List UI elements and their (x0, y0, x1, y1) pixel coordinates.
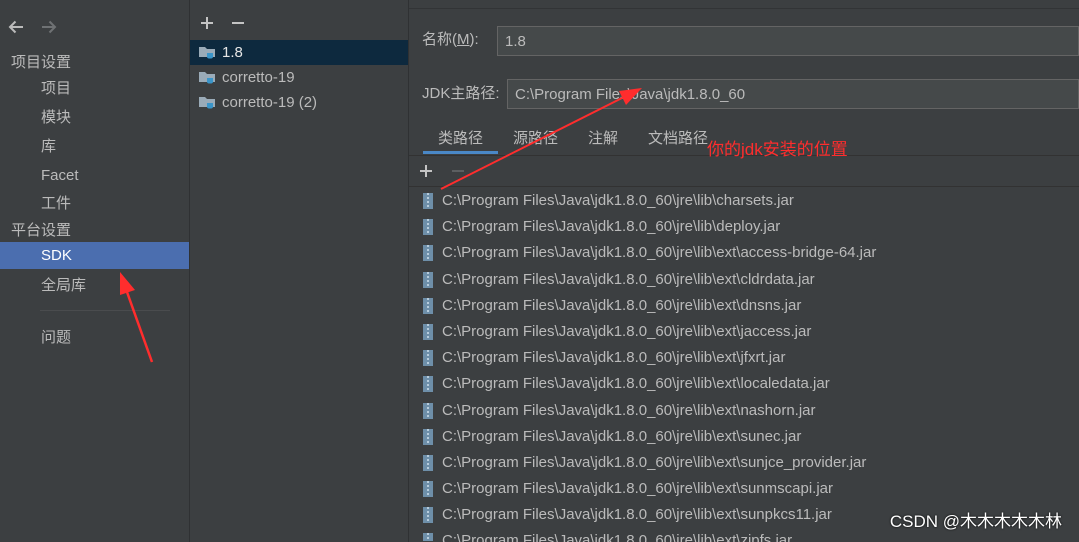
tab-classpath[interactable]: 类路径 (423, 124, 499, 154)
jar-archive-icon (423, 323, 433, 340)
arrow-right-icon[interactable] (40, 19, 58, 35)
tab-selected-indicator (423, 151, 499, 154)
sdk-name-label: 名称(M): (422, 26, 479, 54)
classpath-entry: C:\Program Files\Java\jdk1.8.0_60\jre\li… (442, 427, 802, 445)
classpath-entry: C:\Program Files\Java\jdk1.8.0_60\jre\li… (442, 218, 781, 236)
sidebar-item-modules[interactable]: 模块 (0, 104, 189, 131)
plus-icon (201, 17, 213, 29)
list-item[interactable]: C:\Program Files\Java\jdk1.8.0_60\jre\li… (409, 476, 1079, 502)
sidebar-item-libraries[interactable]: 库 (0, 133, 189, 160)
jar-archive-icon (423, 376, 433, 393)
list-item[interactable]: C:\Program Files\Java\jdk1.8.0_60\jre\li… (409, 319, 1079, 345)
platform-settings-header: 平台设置 (11, 221, 72, 239)
classpath-entry: C:\Program Files\Java\jdk1.8.0_60\jre\li… (442, 349, 786, 367)
sidebar-divider (40, 310, 170, 311)
classpath-entry: C:\Program Files\Java\jdk1.8.0_60\jre\li… (442, 244, 877, 262)
add-sdk-button[interactable] (201, 17, 213, 29)
sdk-name: 1.8 (222, 44, 243, 61)
settings-sidebar: 项目设置 项目 模块 库 Facet 工件 平台设置 SDK 全局库 问题 (0, 0, 190, 542)
jdk-home-label: JDK主路径: (422, 85, 500, 102)
classpath-list: C:\Program Files\Java\jdk1.8.0_60\jre\li… (409, 188, 1079, 542)
list-item[interactable]: C:\Program Files\Java\jdk1.8.0_60\jre\li… (409, 398, 1079, 424)
watermark: CSDN @木木木木木林 (889, 512, 1062, 531)
list-item[interactable]: C:\Program Files\Java\jdk1.8.0_60\jre\li… (409, 293, 1079, 319)
sdk-detail-panel: 名称(M): JDK主路径: 类路径 源路径 注解 文档路径 C:\Progra… (409, 0, 1079, 542)
remove-sdk-button[interactable] (232, 17, 244, 29)
project-settings-header: 项目设置 (11, 53, 72, 71)
sidebar-item-problems[interactable]: 问题 (0, 324, 189, 351)
list-item[interactable]: C:\Program Files\Java\jdk1.8.0_60\jre\li… (409, 240, 1079, 266)
arrow-left-icon[interactable] (7, 19, 25, 35)
classpath-entry: C:\Program Files\Java\jdk1.8.0_60\jre\li… (442, 192, 794, 209)
list-item[interactable]: C:\Program Files\Java\jdk1.8.0_60\jre\li… (409, 188, 1079, 214)
jar-archive-icon (423, 219, 433, 236)
sdk-list-item[interactable]: corretto-19 (2) (190, 90, 408, 115)
jdk-folder-icon (199, 47, 215, 59)
tab-label: 源路径 (513, 130, 559, 147)
sdk-name: corretto-19 (2) (222, 94, 318, 111)
sdk-name-input[interactable] (497, 26, 1079, 56)
classpath-entry: C:\Program Files\Java\jdk1.8.0_60\jre\li… (442, 270, 815, 288)
sidebar-item-artifacts[interactable]: 工件 (0, 190, 189, 217)
minus-icon (232, 22, 244, 24)
sidebar-item-project[interactable]: 项目 (0, 75, 189, 102)
sdk-tabs: 类路径 源路径 注解 文档路径 (423, 124, 723, 154)
jdk-home-path-input[interactable] (507, 79, 1079, 109)
sidebar-item-facets[interactable]: Facet (0, 162, 189, 189)
list-item[interactable]: C:\Program Files\Java\jdk1.8.0_60\jre\li… (409, 450, 1079, 476)
jar-archive-icon (423, 350, 433, 367)
tab-label: 类路径 (438, 130, 484, 147)
classpath-entry: C:\Program Files\Java\jdk1.8.0_60\jre\li… (442, 296, 802, 314)
list-item[interactable]: C:\Program Files\Java\jdk1.8.0_60\jre\li… (409, 371, 1079, 397)
add-classpath-button[interactable] (420, 165, 432, 177)
remove-classpath-button (452, 165, 464, 177)
sdk-list-item[interactable]: corretto-19 (190, 65, 408, 90)
label-text: 名称( (422, 31, 457, 48)
jar-archive-icon (423, 271, 433, 288)
classpath-entry: C:\Program Files\Java\jdk1.8.0_60\jre\li… (442, 532, 793, 542)
tab-annotations[interactable]: 注解 (573, 124, 633, 154)
sdk-list-item[interactable]: 1.8 (190, 40, 408, 65)
toolbar-separator (409, 186, 1079, 187)
jar-archive-icon (423, 507, 433, 524)
label-mnemonic: M (457, 31, 470, 48)
jar-archive-icon (423, 402, 433, 419)
jar-archive-icon (423, 428, 433, 445)
annotation-text: 你的jdk安装的位置 (707, 140, 848, 159)
jar-archive-icon (423, 533, 433, 542)
jar-archive-icon (423, 481, 433, 498)
list-item[interactable]: C:\Program Files\Java\jdk1.8.0_60\jre\li… (409, 214, 1079, 240)
label-text: ): (469, 31, 479, 48)
jar-archive-icon (423, 454, 433, 471)
classpath-entry: C:\Program Files\Java\jdk1.8.0_60\jre\li… (442, 480, 833, 498)
list-item[interactable]: C:\Program Files\Java\jdk1.8.0_60\jre\li… (409, 267, 1079, 293)
plus-icon (420, 165, 432, 177)
tab-sourcepath[interactable]: 源路径 (498, 124, 573, 154)
classpath-entry: C:\Program Files\Java\jdk1.8.0_60\jre\li… (442, 401, 816, 419)
jar-archive-icon (423, 297, 433, 314)
jar-archive-icon (423, 245, 433, 262)
sdk-list-panel: 1.8 corretto-19 corretto-19 (2) (190, 0, 409, 542)
jar-archive-icon (423, 193, 433, 209)
sidebar-item-global-libraries[interactable]: 全局库 (0, 272, 189, 299)
jdk-folder-icon (199, 97, 215, 109)
classpath-entry: C:\Program Files\Java\jdk1.8.0_60\jre\li… (442, 453, 867, 471)
jdk-folder-icon (199, 72, 215, 84)
classpath-entry: C:\Program Files\Java\jdk1.8.0_60\jre\li… (442, 506, 832, 524)
sdk-name: corretto-19 (222, 69, 295, 86)
list-item[interactable]: C:\Program Files\Java\jdk1.8.0_60\jre\li… (409, 345, 1079, 371)
list-item[interactable]: C:\Program Files\Java\jdk1.8.0_60\jre\li… (409, 424, 1079, 450)
classpath-entry: C:\Program Files\Java\jdk1.8.0_60\jre\li… (442, 322, 812, 340)
minus-icon (452, 170, 464, 172)
tab-label: 文档路径 (648, 130, 709, 147)
panel-top-border (409, 8, 1079, 9)
classpath-entry: C:\Program Files\Java\jdk1.8.0_60\jre\li… (442, 375, 830, 393)
sidebar-item-sdk[interactable]: SDK (0, 242, 189, 269)
tab-label: 注解 (588, 130, 619, 147)
